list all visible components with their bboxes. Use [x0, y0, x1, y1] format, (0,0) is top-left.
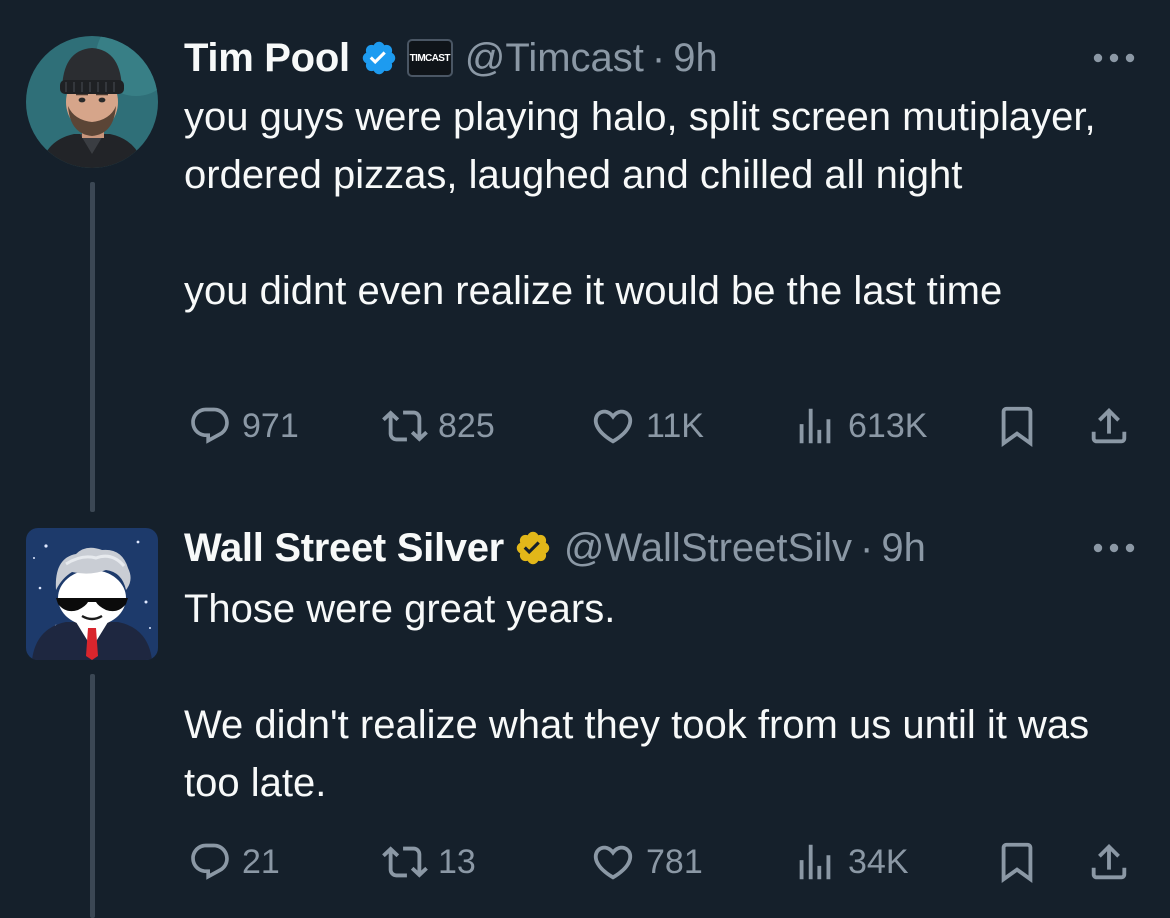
avatar-image [26, 36, 158, 168]
avatar[interactable] [26, 528, 158, 660]
thread-line [90, 182, 95, 512]
bookmark-button[interactable] [994, 396, 1040, 456]
like-button[interactable]: 781 [590, 832, 703, 892]
share-button[interactable] [1086, 396, 1132, 456]
bookmark-button[interactable] [994, 832, 1040, 892]
reply-count: 971 [242, 406, 299, 445]
views-icon [799, 408, 831, 444]
like-button[interactable]: 11K [590, 396, 704, 456]
reply-button[interactable]: 971 [188, 396, 299, 456]
display-name[interactable]: Tim Pool [184, 36, 350, 81]
timestamp[interactable]: 9h [673, 36, 718, 81]
views-button[interactable]: 613K [792, 396, 927, 456]
views-button[interactable]: 34K [792, 832, 909, 892]
more-icon [1093, 543, 1135, 553]
display-name[interactable]: Wall Street Silver [184, 526, 504, 571]
verified-badge-icon [514, 529, 552, 567]
retweet-button[interactable]: 825 [382, 396, 495, 456]
avatar-image [26, 528, 158, 660]
share-icon [1091, 843, 1127, 880]
retweet-count: 825 [438, 406, 495, 445]
action-bar: 21 13 781 34K [184, 832, 1144, 892]
like-icon [593, 845, 633, 880]
more-button[interactable] [1088, 38, 1140, 78]
retweet-count: 13 [438, 842, 476, 881]
reply-icon [191, 407, 229, 444]
verified-badge-icon [360, 39, 398, 77]
view-count: 613K [848, 406, 928, 445]
tweet-header: Tim Pool TIMCAST @Timcast · 9h [184, 28, 718, 88]
share-button[interactable] [1086, 832, 1132, 892]
like-icon [593, 409, 633, 444]
retweet-icon [382, 410, 428, 442]
tweet-text: you guys were playing halo, split screen… [184, 95, 1096, 313]
reply-icon [191, 843, 229, 880]
reply-button[interactable]: 21 [188, 832, 280, 892]
thread-line [90, 674, 95, 918]
separator: · [860, 525, 874, 570]
retweet-icon [382, 846, 428, 878]
avatar[interactable] [26, 36, 158, 168]
tweet-text: Those were great years. We didn't realiz… [184, 587, 1090, 805]
more-icon [1093, 53, 1135, 63]
timestamp[interactable]: 9h [881, 526, 926, 571]
like-count: 11K [646, 406, 704, 445]
share-icon [1091, 407, 1127, 444]
separator: · [651, 35, 666, 80]
affiliate-logo[interactable]: TIMCAST [406, 39, 453, 77]
action-bar: 971 825 11K 613K [184, 396, 1144, 456]
tweet-header: Wall Street Silver @WallStreetSilv · 9h [184, 518, 926, 578]
view-count: 34K [848, 842, 909, 881]
bookmark-icon [1001, 842, 1033, 883]
views-icon [799, 844, 831, 880]
reply-count: 21 [242, 842, 280, 881]
bookmark-icon [1001, 406, 1033, 447]
handle[interactable]: @Timcast [465, 36, 644, 81]
like-count: 781 [646, 842, 703, 881]
more-button[interactable] [1088, 528, 1140, 568]
handle[interactable]: @WallStreetSilv [564, 526, 852, 571]
retweet-button[interactable]: 13 [382, 832, 476, 892]
